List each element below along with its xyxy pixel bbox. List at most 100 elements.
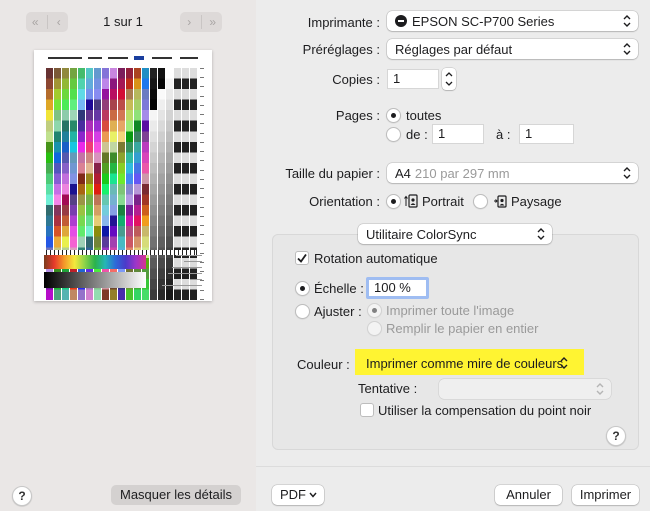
row-tick <box>200 206 204 208</box>
pages-all-radio[interactable] <box>386 108 401 123</box>
pages-label: Pages : <box>335 108 380 123</box>
target-header-marks <box>48 56 198 63</box>
row-tick <box>200 132 204 134</box>
orientation-portrait-radio[interactable] <box>386 194 401 209</box>
row-tick <box>200 77 204 79</box>
auto-rotate-label: Rotation automatique <box>314 251 438 266</box>
portrait-icon <box>404 194 418 208</box>
help-button-panel[interactable]: ? <box>606 426 626 446</box>
footer-divider <box>256 466 650 467</box>
printer-label: Imprimante : <box>307 15 380 30</box>
copies-stepper[interactable] <box>442 68 456 90</box>
auto-rotate-checkbox[interactable] <box>295 251 309 265</box>
portrait-label: Portrait <box>422 194 464 209</box>
chevron-updown-icon <box>623 167 631 179</box>
colorsync-panel: Rotation automatique Échelle : 100 % Aju… <box>272 234 639 450</box>
row-tick <box>200 234 204 236</box>
row-tick <box>200 68 204 69</box>
chevron-updown-icon <box>623 43 631 55</box>
fit-radio[interactable] <box>295 304 310 319</box>
color-popup[interactable]: Imprimer comme mire de couleurs <box>366 356 563 371</box>
pages-range-radio[interactable] <box>386 127 401 142</box>
pdf-label: PDF <box>280 487 306 502</box>
cancel-button[interactable]: Annuler <box>495 485 562 505</box>
presets-popup[interactable]: Réglages par défaut <box>387 39 638 59</box>
printer-icon <box>395 15 407 27</box>
paper-size-label: Taille du papier : <box>285 166 380 181</box>
fit-print-radio[interactable] <box>367 303 382 318</box>
next-page-icon[interactable]: › <box>180 15 199 29</box>
pages-from-label: de : <box>406 127 428 142</box>
landscape-icon <box>494 195 507 208</box>
row-tick <box>200 252 204 254</box>
fit-fill-radio[interactable] <box>367 321 382 336</box>
print-button[interactable]: Imprimer <box>572 485 639 505</box>
row-tick <box>200 141 204 143</box>
landscape-label: Paysage <box>511 194 562 209</box>
row-tick <box>200 95 204 97</box>
paper-size-dims: 210 par 297 mm <box>414 165 510 181</box>
chevron-updown-icon <box>537 228 545 240</box>
first-page-icon[interactable]: « <box>26 15 45 29</box>
presets-value: Réglages par défaut <box>395 41 513 57</box>
row-tick <box>200 298 204 300</box>
pages-to-field[interactable]: 1 <box>519 124 574 144</box>
pdf-menu-button[interactable]: PDF <box>272 485 324 505</box>
paper-size-value: A4 <box>395 165 411 181</box>
pages-all-label: toutes <box>406 108 442 123</box>
chevron-updown-icon <box>623 15 631 27</box>
last-page-icon[interactable]: » <box>203 15 222 29</box>
scale-label: Échelle : <box>314 281 364 296</box>
row-tick <box>200 197 204 199</box>
help-button-left[interactable]: ? <box>12 486 32 506</box>
printer-popup[interactable]: EPSON SC-P700 Series <box>387 11 638 31</box>
attempt-popup[interactable] <box>439 379 611 399</box>
row-tick <box>200 114 204 116</box>
page-count: 1 sur 1 <box>103 14 143 29</box>
row-tick <box>200 86 204 88</box>
row-tick <box>200 169 204 171</box>
scale-radio[interactable] <box>295 281 310 296</box>
attempt-label: Tentative : <box>358 381 418 396</box>
row-tick <box>200 123 204 125</box>
fit-fill-label: Remplir le papier en entier <box>386 321 539 336</box>
gray-ramp-strip <box>44 272 146 288</box>
preview-next-last-group: › » <box>180 12 222 32</box>
row-tick <box>200 224 204 226</box>
chevron-updown-icon <box>560 357 568 369</box>
checkmark-icon <box>297 253 307 263</box>
target-captions <box>152 255 202 295</box>
preview-first-prev-group: « ‹ <box>26 12 68 32</box>
black-point-label: Utiliser la compensation du point noir <box>378 403 592 418</box>
previous-page-icon[interactable]: ‹ <box>49 15 68 29</box>
hide-details-button[interactable]: Masquer les détails <box>111 485 241 505</box>
stepper-arrows-icon <box>445 72 453 86</box>
chevron-down-icon <box>309 492 317 498</box>
row-tick <box>200 151 204 153</box>
row-tick <box>200 243 204 245</box>
printer-value: EPSON SC-P700 Series <box>412 13 555 29</box>
copies-field[interactable]: 1 <box>387 69 439 89</box>
orientation-label: Orientation : <box>309 194 380 209</box>
preview-pane: « ‹ 1 sur 1 › » ? Masquer les détails <box>0 0 256 511</box>
paper-size-popup[interactable]: A4 210 par 297 mm <box>387 163 638 183</box>
copies-label: Copies : <box>332 72 380 87</box>
row-tick <box>200 104 204 106</box>
orientation-landscape-radio[interactable] <box>473 194 488 209</box>
pages-to-label: à : <box>496 127 511 142</box>
fit-label: Ajuster : <box>314 304 362 319</box>
fit-print-label: Imprimer toute l'image <box>386 303 515 318</box>
chevron-updown-icon <box>596 383 604 395</box>
page-preview <box>34 50 212 301</box>
black-point-checkbox[interactable] <box>360 403 374 417</box>
scale-field[interactable]: 100 % <box>366 277 429 299</box>
section-value: Utilitaire ColorSync <box>366 226 477 242</box>
section-popup[interactable]: Utilitaire ColorSync <box>358 224 552 244</box>
row-tick <box>200 188 204 190</box>
row-tick <box>200 215 204 217</box>
row-tick <box>200 178 204 180</box>
spectrum-strip <box>44 255 146 269</box>
row-tick <box>200 160 204 162</box>
pages-from-field[interactable]: 1 <box>432 124 484 144</box>
settings-pane: Imprimante : EPSON SC-P700 Series Prérég… <box>256 0 650 511</box>
